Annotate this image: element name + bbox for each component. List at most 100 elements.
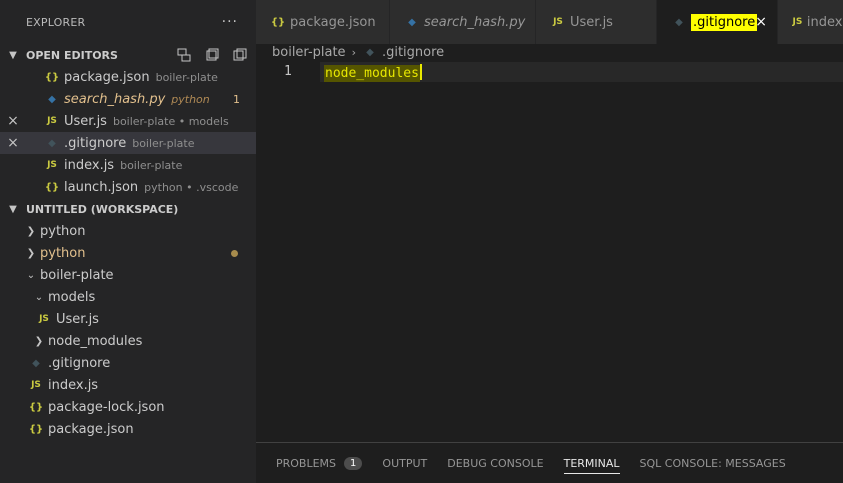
panel-tab-sql-console[interactable]: SQL CONSOLE: MESSAGES [640, 443, 786, 483]
panel-tab-label: OUTPUT [382, 456, 428, 470]
breadcrumb: boiler-plate › ◆ .gitignore [272, 42, 444, 62]
tab-gitignore-active[interactable]: ◆ .gitignore × [657, 0, 778, 44]
open-editor-description: boiler-plate • models [112, 114, 229, 128]
tree-item-label: .gitignore [48, 355, 111, 371]
problem-count-badge: 1 [233, 92, 240, 106]
panel-tab-problems[interactable]: PROBLEMS 1 [276, 443, 363, 483]
open-editor-filename: search_hash.py [64, 91, 166, 107]
tab-label: User.js [570, 14, 613, 30]
json-icon: {} [44, 181, 60, 193]
panel-tab-terminal[interactable]: TERMINAL [563, 443, 620, 483]
close-icon[interactable]: × [755, 14, 767, 30]
tree-item-label: package-lock.json [48, 399, 165, 415]
workspace-title: UNTITLED (WORKSPACE) [26, 202, 179, 216]
text-cursor [419, 64, 422, 80]
git-icon: ◆ [32, 357, 40, 369]
open-editor-filename: launch.json [64, 179, 139, 195]
open-editors-actions [176, 47, 248, 63]
open-editor-item[interactable]: {} launch.json python • .vscode [0, 176, 256, 198]
open-editor-description: boiler-plate [155, 70, 218, 84]
chevron-right-icon: ❯ [34, 335, 44, 347]
open-editor-filename: User.js [64, 113, 107, 129]
tab-index-js[interactable]: JS index.js [778, 0, 843, 44]
open-editor-item[interactable]: {} package.json boiler-plate [0, 66, 256, 88]
code-text: node_modules [324, 65, 420, 82]
problems-count-badge: 1 [344, 456, 363, 470]
tab-label: search_hash.py [424, 14, 526, 30]
panel-tab-debug-console[interactable]: DEBUG CONSOLE [447, 443, 543, 483]
new-untitled-file-icon[interactable] [176, 47, 192, 63]
tree-item-label: node_modules [48, 333, 143, 349]
workspace-header[interactable]: ▼ UNTITLED (WORKSPACE) [0, 198, 256, 220]
tree-item-folder[interactable]: ⌄ models [0, 286, 256, 308]
breadcrumb-file[interactable]: .gitignore [382, 45, 444, 60]
tree-item-label: python [40, 245, 86, 261]
open-editor-item[interactable]: ◆ search_hash.py python 1 [0, 88, 256, 110]
tree-item-folder[interactable]: ❯ python [0, 220, 256, 242]
git-icon: ◆ [675, 16, 683, 28]
open-editor-description: python • .vscode [144, 180, 239, 194]
chevron-down-icon: ⌄ [26, 269, 36, 281]
breadcrumb-separator: › [351, 45, 356, 59]
tree-item-label: package.json [48, 421, 134, 437]
open-editor-filename: package.json [64, 69, 150, 85]
open-editor-description: python [171, 92, 210, 106]
chevron-down-icon: ⌄ [34, 291, 44, 303]
json-icon: {} [44, 71, 60, 83]
git-icon: ◆ [366, 46, 374, 58]
open-editor-description: boiler-plate [120, 158, 183, 172]
bottom-panel: PROBLEMS 1 OUTPUT DEBUG CONSOLE TERMINAL… [256, 442, 843, 483]
open-editor-item[interactable]: JS index.js boiler-plate [0, 154, 256, 176]
javascript-icon: JS [553, 17, 563, 27]
tree-item-file[interactable]: ◆ .gitignore [0, 352, 256, 374]
panel-tab-output[interactable]: OUTPUT [382, 443, 427, 483]
chevron-down-icon: ▼ [9, 203, 17, 215]
panel-tab-bar: PROBLEMS 1 OUTPUT DEBUG CONSOLE TERMINAL… [256, 443, 843, 483]
open-editor-filename: .gitignore [64, 135, 127, 151]
tree-item-file[interactable]: {} package.json [0, 418, 256, 440]
tab-label: index.js [806, 14, 843, 30]
tree-item-file[interactable]: JS User.js [0, 308, 256, 330]
json-icon: {} [270, 16, 286, 28]
tree-item-folder[interactable]: ❯ python [0, 242, 256, 264]
tree-item-label: boiler-plate [40, 267, 114, 283]
tab-user-js[interactable]: JS User.js [536, 0, 657, 44]
close-all-icon[interactable] [232, 47, 248, 63]
python-icon: ◆ [48, 93, 56, 105]
close-icon[interactable]: × [0, 113, 26, 129]
javascript-icon: JS [47, 160, 57, 170]
git-icon: ◆ [48, 137, 56, 149]
open-editors-title: OPEN EDITORS [26, 48, 118, 62]
tab-package-json[interactable]: {} package.json [256, 0, 390, 44]
tree-item-label: models [48, 289, 96, 305]
tab-label: .gitignore [691, 13, 758, 31]
tab-search-hash-py[interactable]: ◆ search_hash.py [390, 0, 536, 44]
explorer-title: EXPLORER [26, 15, 86, 29]
open-editor-item[interactable]: × JS User.js boiler-plate • models [0, 110, 256, 132]
explorer-title-row: EXPLORER ··· [0, 0, 256, 44]
breadcrumb-folder[interactable]: boiler-plate [272, 45, 346, 60]
editor-tab-bar: {} package.json ◆ search_hash.py JS User… [256, 0, 843, 44]
save-all-icon[interactable] [204, 47, 220, 63]
close-icon[interactable]: × [0, 135, 26, 151]
open-editor-item-active[interactable]: × ◆ .gitignore boiler-plate [0, 132, 256, 154]
javascript-icon: JS [47, 116, 57, 126]
open-editors-header[interactable]: ▼ OPEN EDITORS [0, 44, 256, 66]
line-number: 1 [284, 64, 292, 79]
tree-item-folder[interactable]: ⌄ boiler-plate [0, 264, 256, 286]
panel-tab-label: PROBLEMS [276, 456, 337, 470]
tree-item-folder[interactable]: ❯ node_modules [0, 330, 256, 352]
more-actions-icon[interactable]: ··· [222, 14, 238, 30]
javascript-icon: JS [792, 17, 803, 27]
tree-item-file[interactable]: {} package-lock.json [0, 396, 256, 418]
code-editor[interactable]: 1 node_modules [256, 62, 843, 442]
code-line[interactable]: node_modules [324, 64, 422, 82]
panel-tab-label: SQL CONSOLE: MESSAGES [639, 456, 786, 470]
javascript-icon: JS [39, 314, 49, 324]
tree-item-file[interactable]: JS index.js [0, 374, 256, 396]
open-editor-description: boiler-plate [132, 136, 195, 150]
chevron-right-icon: ❯ [26, 225, 36, 237]
open-editor-filename: index.js [64, 157, 115, 173]
panel-tab-label: TERMINAL [563, 456, 620, 470]
tree-item-label: index.js [48, 377, 99, 393]
